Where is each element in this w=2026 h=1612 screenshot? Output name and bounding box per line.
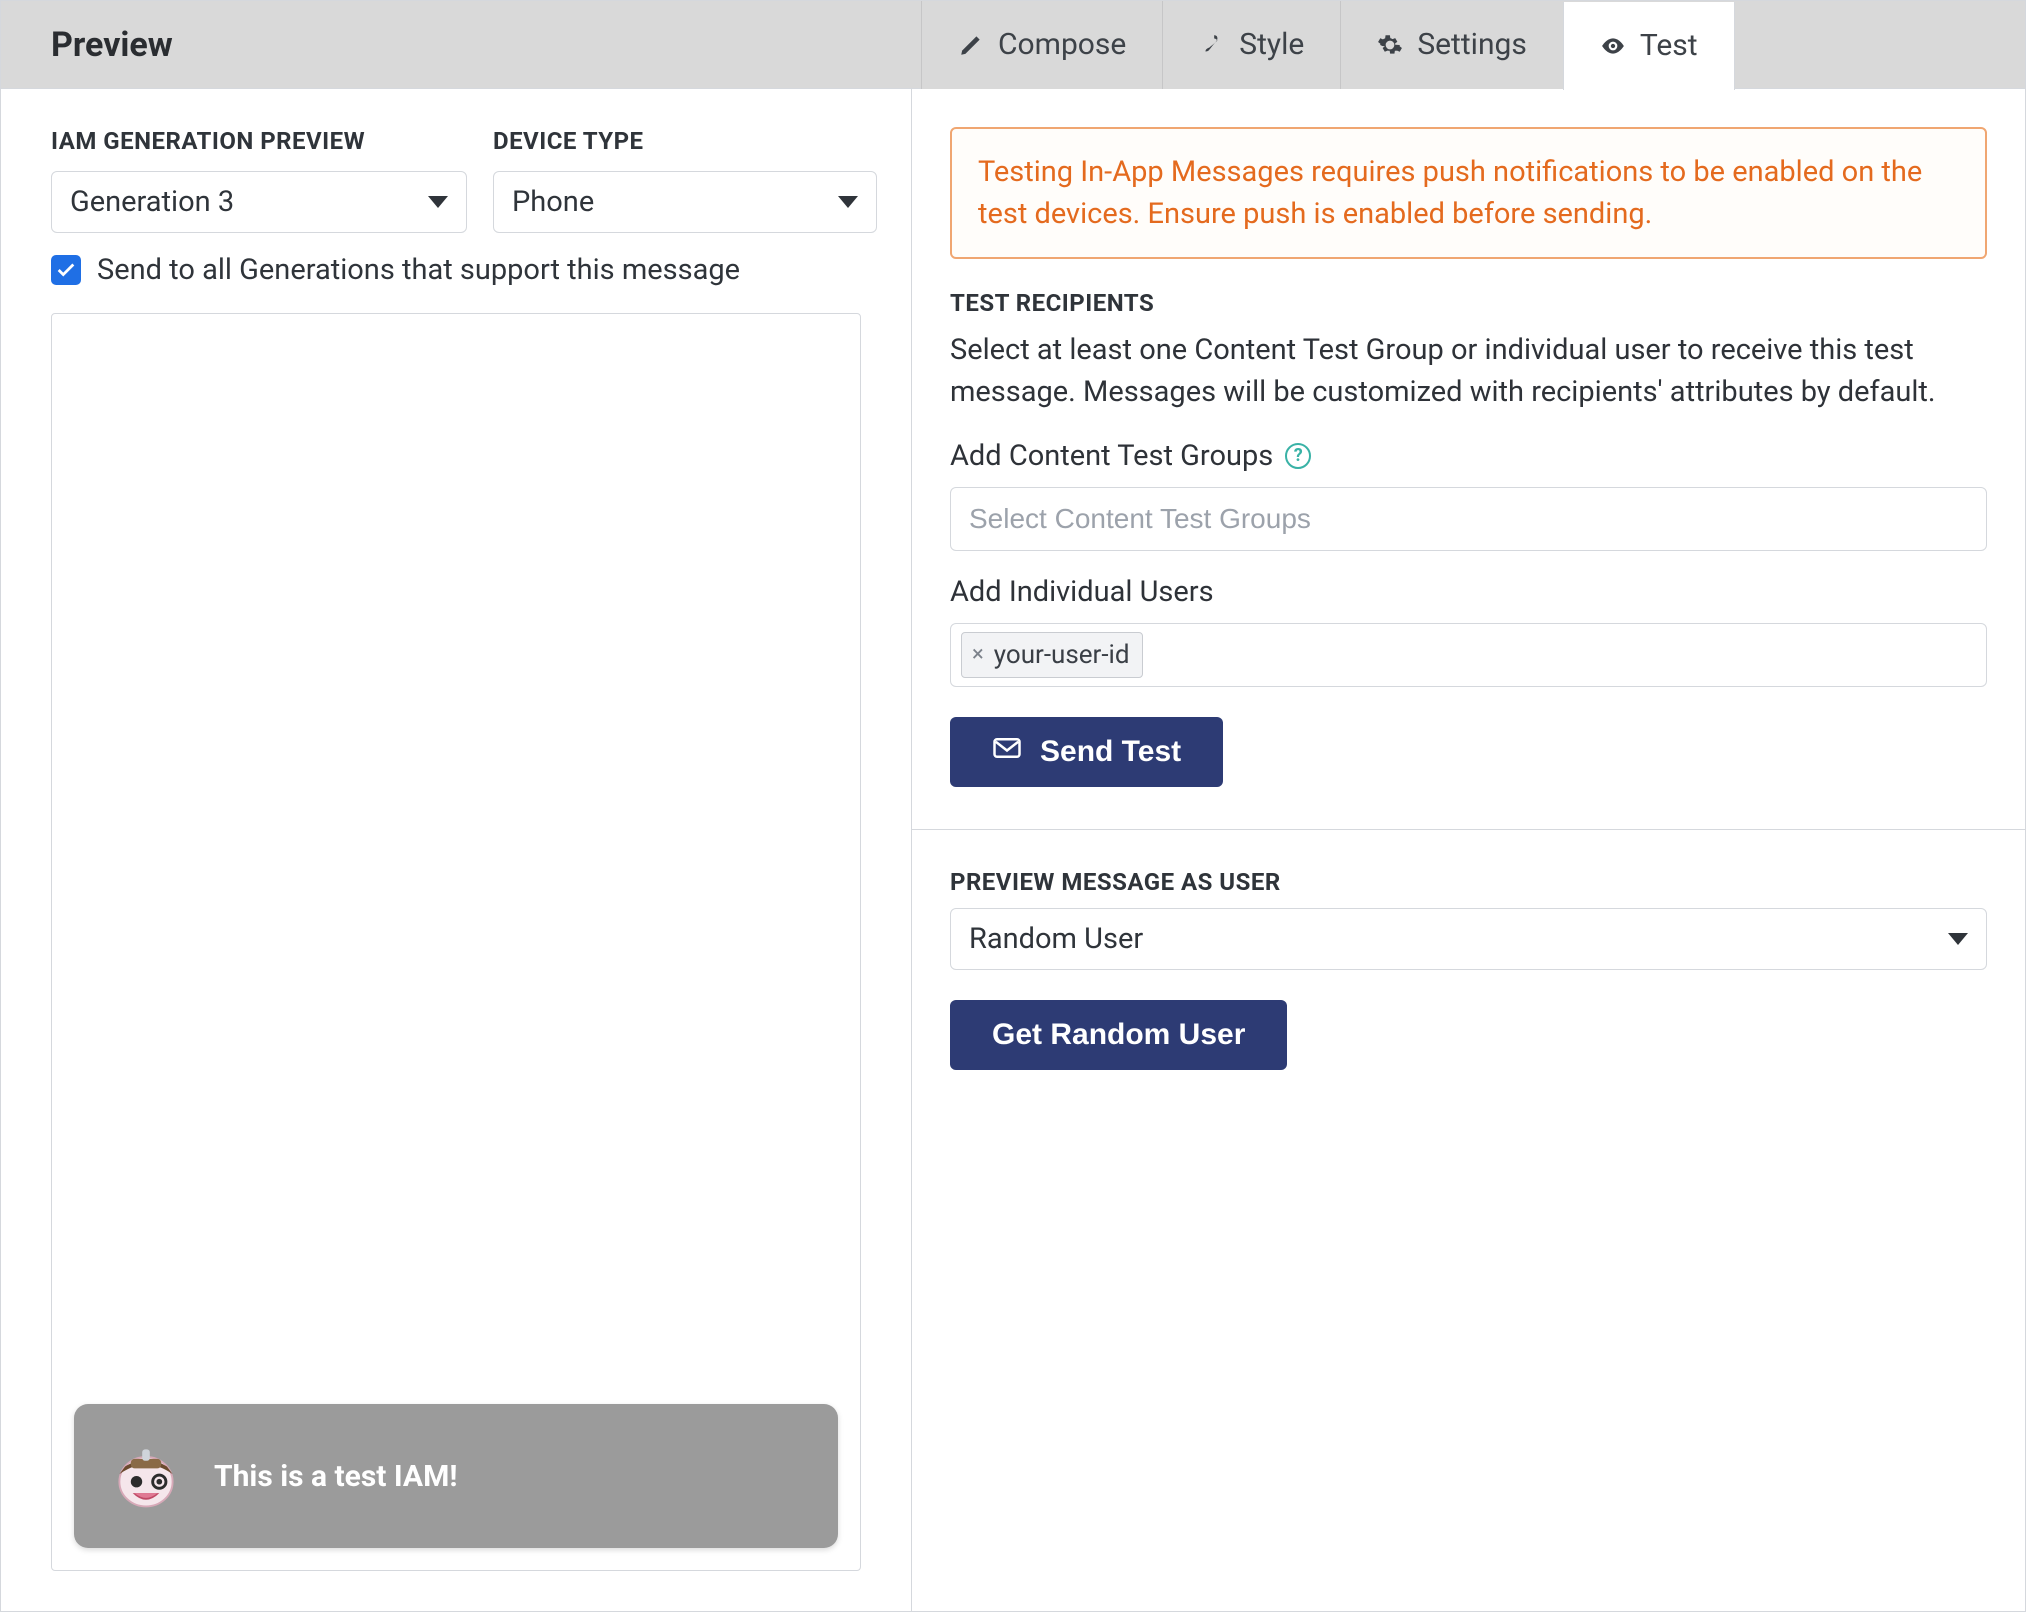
caret-down-icon	[428, 196, 448, 208]
tab-settings[interactable]: Settings	[1340, 1, 1563, 89]
device-type-label: DEVICE TYPE	[493, 127, 877, 155]
alert-text: Testing In-App Messages requires push no…	[978, 155, 1922, 231]
left-controls: IAM GENERATION PREVIEW Generation 3 DEVI…	[51, 127, 861, 233]
get-random-user-button[interactable]: Get Random User	[950, 1000, 1287, 1070]
send-all-generations-row[interactable]: Send to all Generations that support thi…	[51, 253, 861, 287]
individual-users-input[interactable]: × your-user-id	[950, 623, 1987, 687]
envelope-icon	[992, 733, 1022, 771]
tabs: Compose Style Settings Test	[921, 1, 1735, 89]
tab-label: Test	[1640, 28, 1698, 63]
toast-message: This is a test IAM!	[214, 1459, 457, 1494]
button-label: Send Test	[1040, 735, 1181, 769]
top-bar: Preview Compose Style Settings	[1, 1, 2025, 89]
send-all-generations-label: Send to all Generations that support thi…	[97, 253, 740, 287]
test-recipients-help: Select at least one Content Test Group o…	[950, 329, 1987, 413]
preview-as-user-select[interactable]: Random User	[950, 908, 1987, 970]
help-icon[interactable]: ?	[1285, 443, 1311, 469]
caret-down-icon	[1948, 933, 1968, 945]
iam-generation-control: IAM GENERATION PREVIEW Generation 3	[51, 127, 467, 233]
device-type-control: DEVICE TYPE Phone	[493, 127, 877, 233]
page-title: Preview	[1, 25, 921, 65]
preview-as-title: PREVIEW MESSAGE AS USER	[950, 868, 1987, 896]
user-tag[interactable]: × your-user-id	[961, 632, 1143, 678]
tab-label: Style	[1239, 27, 1304, 62]
content-test-groups-label: Add Content Test Groups ?	[950, 439, 1987, 473]
iam-generation-select[interactable]: Generation 3	[51, 171, 467, 233]
body-split: IAM GENERATION PREVIEW Generation 3 DEVI…	[1, 89, 2025, 1611]
content-test-groups-input[interactable]	[950, 487, 1987, 551]
pencil-icon	[958, 32, 984, 58]
toast-avatar-icon	[108, 1438, 184, 1514]
iam-generation-label: IAM GENERATION PREVIEW	[51, 127, 467, 155]
device-type-select[interactable]: Phone	[493, 171, 877, 233]
gear-icon	[1377, 32, 1403, 58]
remove-tag-icon[interactable]: ×	[972, 635, 984, 675]
caret-down-icon	[838, 196, 858, 208]
select-value: Generation 3	[70, 185, 234, 219]
tab-test[interactable]: Test	[1563, 2, 1735, 90]
pane-left: IAM GENERATION PREVIEW Generation 3 DEVI…	[1, 89, 911, 1611]
select-value: Phone	[512, 185, 594, 219]
button-label: Get Random User	[992, 1018, 1245, 1052]
eye-icon	[1600, 33, 1626, 59]
send-test-button[interactable]: Send Test	[950, 717, 1223, 787]
preview-as-user-section: PREVIEW MESSAGE AS USER Random User Get …	[912, 829, 2025, 1112]
test-recipients-title: TEST RECIPIENTS	[950, 289, 1987, 317]
pane-right: Testing In-App Messages requires push no…	[911, 89, 2025, 1611]
paintbrush-icon	[1199, 32, 1225, 58]
select-value: Random User	[969, 922, 1143, 956]
device-preview: This is a test IAM!	[51, 313, 861, 1571]
iam-toast: This is a test IAM!	[74, 1404, 838, 1548]
individual-users-label: Add Individual Users	[950, 575, 1987, 609]
page-root: Preview Compose Style Settings	[0, 0, 2026, 1612]
user-tag-label: your-user-id	[994, 635, 1130, 675]
tab-label: Compose	[998, 27, 1126, 62]
tab-compose[interactable]: Compose	[921, 1, 1162, 89]
tab-style[interactable]: Style	[1162, 1, 1340, 89]
tab-label: Settings	[1417, 27, 1527, 62]
test-recipients-section: Testing In-App Messages requires push no…	[912, 89, 2025, 829]
checkbox-checked-icon[interactable]	[51, 255, 81, 285]
field-label-text: Add Individual Users	[950, 575, 1214, 609]
field-label-text: Add Content Test Groups	[950, 439, 1273, 473]
push-warning-alert: Testing In-App Messages requires push no…	[950, 127, 1987, 259]
